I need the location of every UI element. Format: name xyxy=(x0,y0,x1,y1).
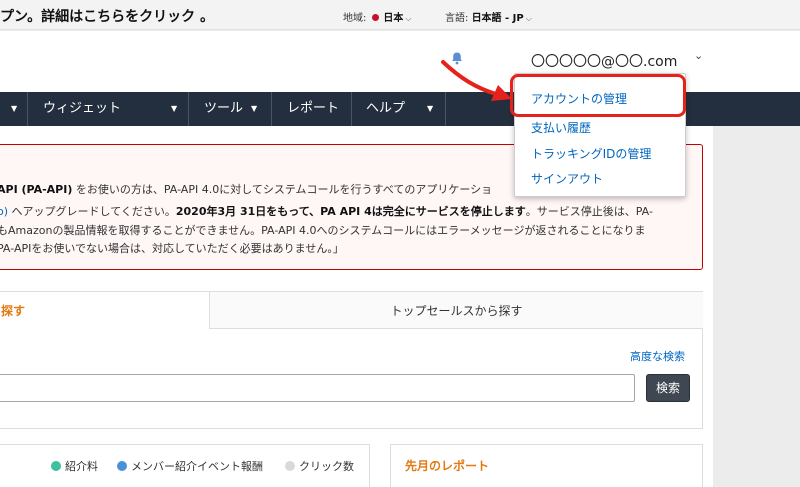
nav-caret-icon[interactable]: ▼ xyxy=(3,92,17,126)
tab-top-sellers[interactable]: トップセールスから探す xyxy=(209,292,703,329)
alert-strong-text: 2020年3月 31日をもって、PA API 4は完全にサービスを停止します xyxy=(175,205,526,218)
language-selector[interactable]: 言語: 日本語 - JP ⌵ xyxy=(445,9,532,24)
menu-item-sign-out[interactable]: サインアウト xyxy=(531,170,603,187)
product-search-panel: 探す トップセールスから探す 高度な検索 検索 xyxy=(0,291,703,429)
top-bar: プン。詳細はこちらをクリック 。 地域: 日本 ⌵ 言語: 日本語 - JP ⌵ xyxy=(0,0,800,30)
legend-dot-icon xyxy=(51,461,61,471)
nav-divider xyxy=(351,92,352,126)
account-email[interactable]: 〇〇〇〇〇@〇〇.com xyxy=(531,51,677,71)
earnings-chart-panel: 紹介料 メンバー紹介イベント報酬 クリック数 xyxy=(0,444,370,487)
tab-search[interactable]: 探す xyxy=(0,292,209,329)
alert-link[interactable]: o) xyxy=(0,205,8,218)
caret-down-icon: ▼ xyxy=(251,104,258,113)
nav-divider xyxy=(188,92,189,126)
legend-label: クリック数 xyxy=(299,460,354,473)
region-selector[interactable]: 地域: 日本 ⌵ xyxy=(343,9,411,24)
nav-divider xyxy=(27,92,28,126)
legend-item-member-event[interactable]: メンバー紹介イベント報酬 xyxy=(117,458,263,474)
menu-item-payment-history[interactable]: 支払い履歴 xyxy=(531,119,591,136)
alert-line-3: もAmazonの製品情報を取得することができません。PA-API 4.0へのシス… xyxy=(0,224,646,237)
nav-item-help[interactable]: ヘルプ ▼ xyxy=(366,92,433,126)
chevron-down-icon[interactable]: ⌄ xyxy=(694,49,703,62)
tab-label: 探す xyxy=(1,304,26,318)
caret-down-icon: ▼ xyxy=(427,104,434,113)
chevron-down-icon: ⌵ xyxy=(525,14,532,23)
language-value: 日本語 - JP xyxy=(471,13,524,24)
nav-item-label: ウィジェット xyxy=(43,101,122,116)
legend-item-fees[interactable]: 紹介料 xyxy=(51,458,98,474)
nav-item-label: ツール xyxy=(204,101,244,116)
alert-line-4: PA-APIをお使いでない場合は、対応していただく必要はありません。」 xyxy=(0,242,344,255)
legend-item-clicks[interactable]: クリック数 xyxy=(285,458,354,474)
annotation-highlight-box xyxy=(510,74,686,117)
tab-label: トップセールスから探す xyxy=(390,304,523,318)
advanced-search-link[interactable]: 高度な検索 xyxy=(630,348,685,364)
legend-dot-icon xyxy=(285,461,295,471)
menu-item-tracking-id[interactable]: トラッキングIDの管理 xyxy=(531,145,651,162)
chevron-down-icon: ⌵ xyxy=(405,14,412,23)
region-label: 地域: xyxy=(343,13,367,24)
alert-text: 。サービス停止後は、PA- xyxy=(525,205,653,218)
alert-text: へアップグレードしてください。 xyxy=(8,205,176,218)
nav-item-widgets[interactable]: ウィジェット ▼ xyxy=(43,92,177,126)
nav-item-label: レポート xyxy=(287,101,340,116)
alert-strong-text: API (PA-API) xyxy=(0,183,73,196)
report-title: 先月のレポート xyxy=(405,459,490,473)
nav-item-tools[interactable]: ツール ▼ xyxy=(204,92,257,126)
caret-down-icon: ▼ xyxy=(171,104,178,113)
nav-divider xyxy=(271,92,272,126)
legend-label: 紹介料 xyxy=(65,460,98,473)
nav-item-label: ヘルプ xyxy=(366,101,406,116)
japan-flag-icon xyxy=(372,14,380,21)
alert-line-1: API (PA-API) をお使いの方は、PA-API 4.0に対してシステムコ… xyxy=(0,183,492,197)
alert-line-2: o) へアップグレードしてください。2020年3月 31日をもって、PA API… xyxy=(0,205,653,219)
legend-dot-icon xyxy=(117,461,127,471)
region-value: 日本 xyxy=(383,13,404,24)
last-month-report-panel: 先月のレポート xyxy=(390,444,703,487)
nav-item-reports[interactable]: レポート xyxy=(287,92,339,126)
legend-label: メンバー紹介イベント報酬 xyxy=(131,460,263,473)
language-label: 言語: xyxy=(445,13,469,24)
search-button[interactable]: 検索 xyxy=(646,374,690,402)
promo-text[interactable]: プン。詳細はこちらをクリック 。 xyxy=(0,6,214,26)
search-input[interactable] xyxy=(0,374,635,402)
alert-text: をお使いの方は、PA-API 4.0に対してシステムコールを行うすべてのアプリケ… xyxy=(72,183,493,196)
annotation-arrow-icon xyxy=(441,60,512,101)
